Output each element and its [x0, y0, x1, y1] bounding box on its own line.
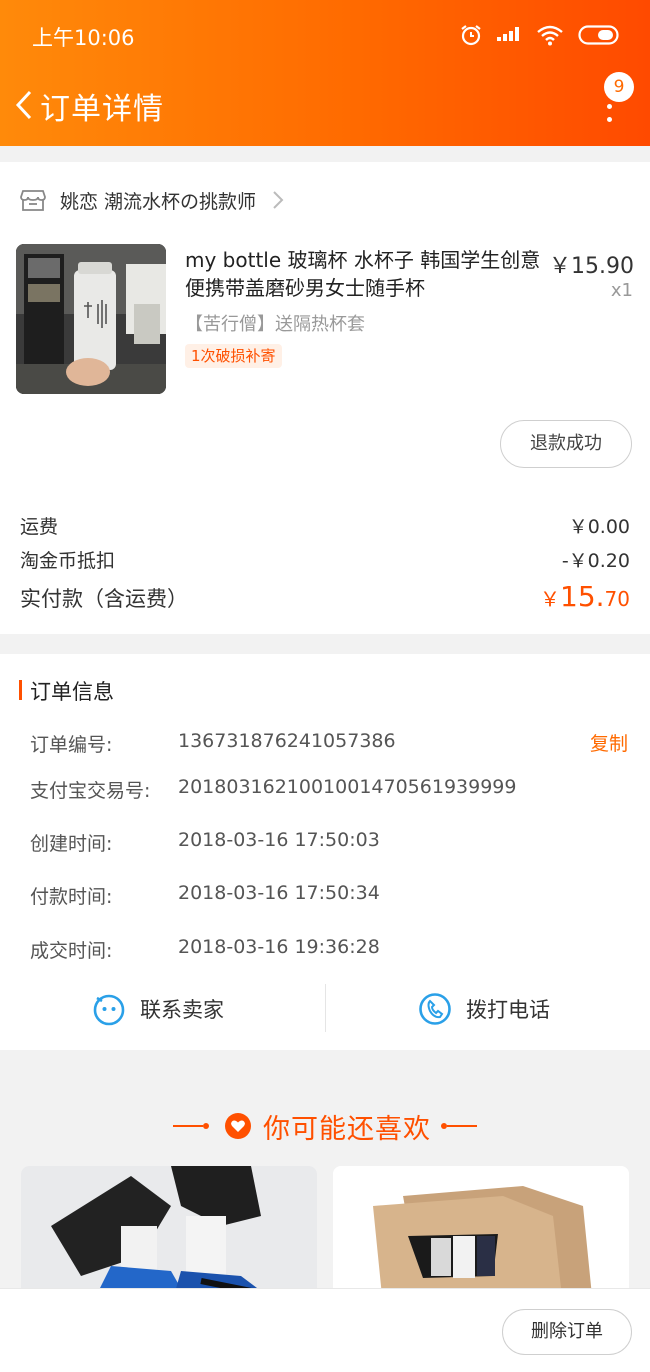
battery-icon — [578, 25, 619, 45]
alipay-trade-value: 2018031621001001470561939999 — [178, 776, 517, 798]
call-phone-label: 拨打电话 — [466, 998, 550, 1022]
contact-seller-label: 联系卖家 — [140, 998, 224, 1022]
service-tag: 1次破损补寄 — [185, 344, 282, 368]
paid-time-value: 2018-03-16 17:50:34 — [178, 882, 380, 904]
signal-icon — [497, 27, 519, 41]
coin-deduction-row: 淘金币抵扣 -￥0.20 — [20, 546, 630, 573]
product-sku: 【苦行僧】送隔热杯套 — [185, 314, 365, 335]
decor-dot-left — [203, 1123, 209, 1129]
product-quantity: x1 — [610, 280, 633, 301]
chat-bubble-icon — [93, 994, 125, 1026]
recommend-item-shoes[interactable] — [21, 1166, 317, 1306]
shipping-value: ￥0.00 — [568, 516, 630, 538]
paid-time-label: 付款时间: — [30, 886, 113, 908]
order-product-card: 姚恋 潮流水杯の挑款师 my bottle 玻璃杯 水杯子 韩国学生创意便携带盖… — [0, 162, 650, 634]
created-time-value: 2018-03-16 17:50:03 — [178, 829, 380, 851]
message-count-badge: 9 — [604, 72, 634, 102]
bottom-action-bar: 删除订单 — [0, 1288, 650, 1372]
product-price: ￥15.90 — [549, 254, 634, 279]
more-dots-icon — [607, 104, 613, 130]
product-image[interactable] — [16, 244, 166, 394]
back-button[interactable] — [8, 80, 38, 130]
contact-row: 联系卖家 拨打电话 — [0, 984, 650, 1034]
alipay-trade-label: 支付宝交易号: — [30, 780, 151, 802]
order-info-card: 订单信息 订单编号: 136731876241057386 复制 支付宝交易号:… — [0, 654, 650, 1050]
copy-button[interactable]: 复制 — [590, 729, 628, 756]
total-paid-row: 实付款（含运费） ￥15.70 — [20, 580, 630, 613]
refund-status-button[interactable]: 退款成功 — [500, 420, 632, 468]
shop-row[interactable]: 姚恋 潮流水杯の挑款师 — [20, 188, 284, 213]
total-value: ￥15.70 — [540, 580, 630, 613]
delete-order-button[interactable]: 删除订单 — [502, 1309, 632, 1355]
page-title: 订单详情 — [40, 92, 164, 127]
deal-time-value: 2018-03-16 19:36:28 — [178, 936, 380, 958]
shipping-label: 运费 — [20, 516, 59, 538]
decor-line-left — [173, 1125, 203, 1127]
decor-line-right — [447, 1125, 477, 1127]
store-icon — [20, 190, 46, 211]
phone-icon — [419, 993, 451, 1025]
call-phone-button[interactable]: 拨打电话 — [418, 984, 550, 1034]
recommend-item-socks[interactable] — [333, 1166, 629, 1306]
order-number-label: 订单编号: — [30, 734, 113, 756]
recommend-title: 你可能还喜欢 — [263, 1113, 431, 1145]
deal-time-label: 成交时间: — [30, 940, 113, 962]
contact-seller-button[interactable]: 联系卖家 — [92, 984, 224, 1034]
shop-name: 姚恋 潮流水杯の挑款师 — [60, 190, 257, 213]
header-bar: 上午10:06 订单详情 9 — [0, 0, 650, 146]
total-label: 实付款（含运费） — [20, 587, 188, 611]
recommend-header: 你可能还喜欢 — [0, 1106, 650, 1146]
coin-value: -￥0.20 — [561, 550, 630, 572]
alarm-icon — [461, 25, 481, 46]
coin-label: 淘金币抵扣 — [20, 550, 116, 572]
contact-divider — [325, 984, 326, 1032]
shipping-fee-row: 运费 ￥0.00 — [20, 512, 630, 539]
section-accent-bar — [19, 680, 22, 700]
order-number-value: 136731876241057386 — [178, 730, 396, 752]
heart-icon — [225, 1113, 251, 1139]
chevron-right-icon — [273, 191, 284, 209]
order-info-title: 订单信息 — [30, 680, 114, 704]
created-time-label: 创建时间: — [30, 833, 113, 855]
status-icons — [460, 20, 620, 50]
wifi-icon — [537, 25, 563, 46]
product-title[interactable]: my bottle 玻璃杯 水杯子 韩国学生创意便携带盖磨砂男女士随手杯 — [185, 246, 545, 302]
status-time: 上午10:06 — [32, 26, 135, 50]
